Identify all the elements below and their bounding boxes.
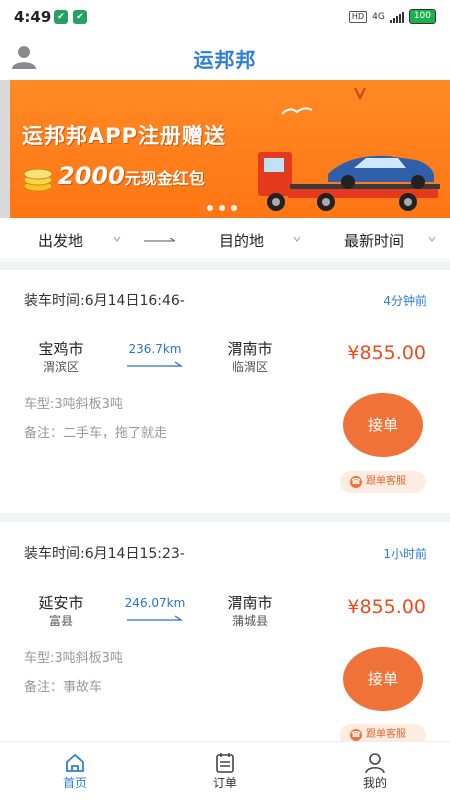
route-arrow-icon — [127, 615, 183, 621]
load-time: 装车时间:6月14日16:46- — [24, 293, 185, 309]
route-distance: 246.07km — [124, 596, 186, 610]
status-bar: 4:49 ✔ ✔ HD 4G 100 — [0, 0, 450, 34]
nav-home[interactable]: 首页 — [0, 742, 150, 800]
nav-profile-label: 我的 — [362, 776, 387, 790]
to-city: 渭南市 — [227, 340, 273, 358]
orders-icon — [216, 753, 234, 773]
carousel-dots[interactable] — [207, 205, 237, 211]
tow-truck-illustration — [258, 152, 440, 211]
customer-service-button[interactable]: ☎ 跟单客服 — [340, 724, 426, 741]
order-note: 备注：事故车 — [24, 680, 103, 695]
route-distance: 236.7km — [128, 342, 182, 356]
app-title: 运邦邦 — [193, 48, 257, 72]
carousel-dot[interactable] — [207, 205, 213, 211]
promo-banner[interactable]: 运邦邦APP注册赠送 2000元现金红包 — [0, 80, 450, 218]
filter-bar: 出发地 目的地 最新时间 — [0, 220, 450, 260]
vehicle-type: 车型:3吨斜板3吨 — [24, 651, 123, 666]
shield-icon: ✔ — [73, 10, 87, 24]
coin-stack-icon — [23, 168, 53, 192]
nav-orders[interactable]: 订单 — [150, 742, 300, 800]
banner-headline: 运邦邦APP注册赠送 — [22, 124, 227, 148]
nav-orders-label: 订单 — [212, 776, 237, 790]
seagull-icon — [282, 107, 312, 115]
vehicle-type: 车型:3吨斜板3吨 — [24, 397, 123, 412]
nav-home-label: 首页 — [62, 776, 87, 790]
chevron-down-icon[interactable] — [113, 235, 121, 243]
status-time: 4:49 — [14, 8, 52, 26]
shield-icon: ✔ — [54, 10, 68, 24]
to-district: 蒲城县 — [231, 614, 268, 628]
filter-origin[interactable]: 出发地 — [38, 230, 83, 251]
section-divider — [0, 261, 450, 270]
accept-order-button[interactable]: 接单 — [343, 393, 423, 457]
app-bar: 运邦邦 — [0, 34, 450, 80]
from-district: 富县 — [48, 614, 73, 628]
order-price: ¥855.00 — [347, 342, 426, 364]
posted-ago: 4分钟前 — [383, 294, 427, 308]
arrow-right-icon — [144, 238, 176, 242]
carousel-dot[interactable] — [231, 205, 237, 211]
chevron-down-icon[interactable] — [428, 235, 436, 243]
from-city: 宝鸡市 — [38, 340, 84, 358]
from-district: 渭滨区 — [42, 360, 79, 374]
section-divider — [0, 513, 450, 522]
to-district: 临渭区 — [231, 360, 268, 374]
profile-icon — [365, 753, 385, 774]
nav-profile[interactable]: 我的 — [300, 742, 450, 800]
banner-amount-text: 元现金红包 — [124, 169, 205, 188]
service-label: 跟单客服 — [366, 729, 406, 740]
banner-subline: 2000元现金红包 — [58, 162, 205, 190]
signal-icon — [389, 11, 404, 23]
order-note: 备注：二手车，拖了就走 — [24, 426, 168, 441]
route-arrow-icon — [127, 361, 183, 367]
status-indicators: HD 4G 100 — [348, 9, 436, 24]
filter-destination[interactable]: 目的地 — [219, 230, 264, 251]
home-icon — [66, 753, 84, 772]
to-city: 渭南市 — [227, 594, 273, 612]
network-label: 4G — [372, 11, 385, 22]
banner-amount: 2000 — [58, 162, 125, 190]
chevron-down-icon[interactable] — [293, 235, 301, 243]
battery-icon: 100 — [408, 9, 436, 24]
bottom-nav: 首页 订单 我的 — [0, 741, 450, 800]
carousel-dot[interactable] — [219, 205, 225, 211]
order-card[interactable]: 装车时间:6月14日16:46- 4分钟前 宝鸡市 渭滨区 236.7km 渭南… — [0, 270, 450, 513]
from-city: 延安市 — [38, 594, 84, 612]
headset-icon: ☎ — [350, 476, 362, 488]
filter-sort[interactable]: 最新时间 — [344, 230, 404, 251]
banner-edge — [0, 80, 10, 218]
posted-ago: 1小时前 — [383, 547, 427, 561]
headset-icon: ☎ — [350, 729, 362, 741]
customer-service-button[interactable]: ☎ 跟单客服 — [340, 471, 426, 493]
order-price: ¥855.00 — [347, 596, 426, 618]
order-card[interactable]: 装车时间:6月14日15:23- 1小时前 延安市 富县 246.07km 渭南… — [0, 522, 450, 741]
accept-order-button[interactable]: 接单 — [343, 647, 423, 711]
seagull-icon — [354, 87, 366, 100]
service-label: 跟单客服 — [366, 476, 406, 487]
load-time: 装车时间:6月14日15:23- — [24, 546, 185, 562]
hd-badge: HD — [348, 10, 368, 23]
